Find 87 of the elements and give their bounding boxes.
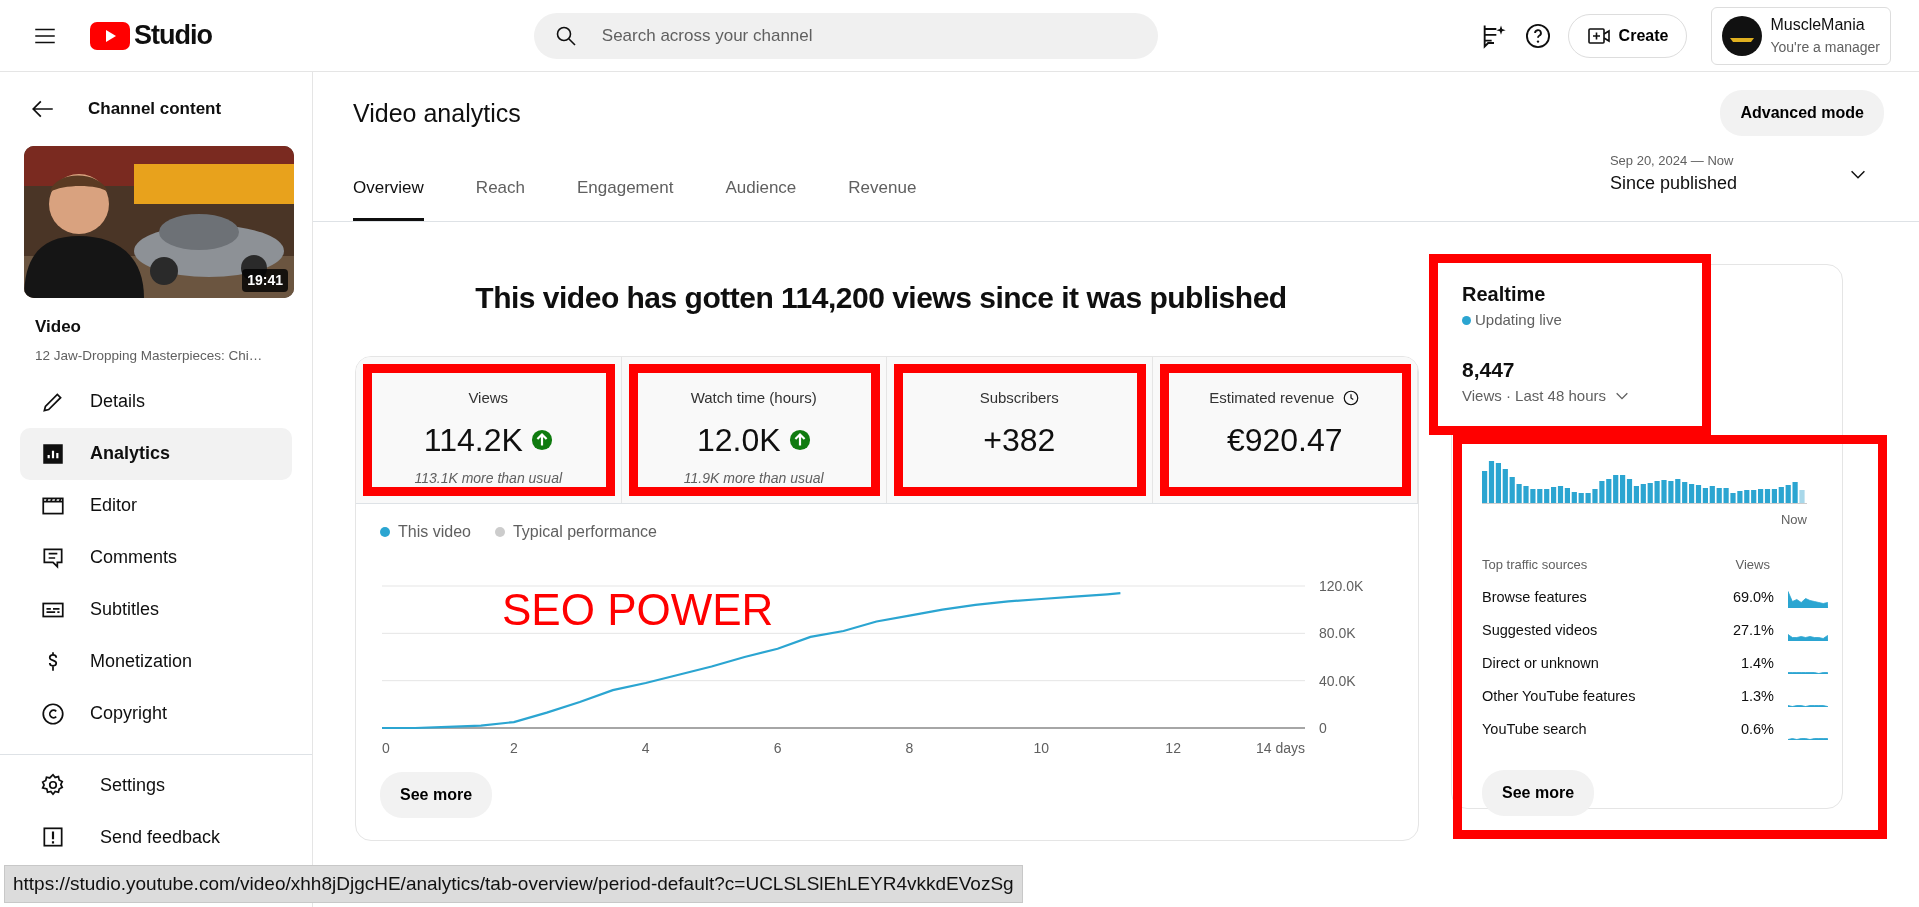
nav-item[interactable]: Analytics bbox=[20, 427, 292, 480]
live-status: Updating live bbox=[1475, 310, 1562, 330]
nav-item[interactable]: Send feedback bbox=[20, 811, 292, 863]
time-label: Now bbox=[1781, 510, 1807, 529]
nav-item[interactable]: Settings bbox=[20, 759, 292, 811]
axis-label: 6 bbox=[773, 739, 782, 756]
axis-label: 120.0K bbox=[1319, 577, 1364, 594]
traffic-share: 1.3% bbox=[1739, 686, 1774, 706]
nav-item[interactable]: Comments bbox=[20, 531, 292, 584]
metric-note: 113.1K more than usual bbox=[413, 468, 564, 488]
play-logo-icon bbox=[90, 21, 130, 50]
metric-value: +382 bbox=[983, 420, 1056, 460]
period-label: Since published bbox=[1609, 172, 1737, 195]
account-switcher[interactable]: MuscleMania You're a manager bbox=[1711, 6, 1891, 65]
column-header: Views bbox=[1735, 556, 1770, 574]
live-dot bbox=[1462, 315, 1471, 325]
help-icon[interactable] bbox=[1523, 21, 1552, 50]
sparkline bbox=[1788, 633, 1828, 641]
annotation-text: SEO POWER bbox=[502, 587, 774, 632]
tab[interactable]: Audience bbox=[725, 174, 797, 221]
sparkline bbox=[1788, 671, 1828, 674]
settings-icon bbox=[40, 772, 66, 798]
traffic-share: 69.0% bbox=[1731, 587, 1774, 607]
feedback-icon bbox=[40, 824, 66, 850]
video-heading: Video bbox=[35, 316, 82, 338]
section-title: Channel content bbox=[88, 98, 222, 121]
see-more-button[interactable]: See more bbox=[380, 771, 493, 818]
search-field[interactable]: Search across your channel bbox=[533, 12, 1158, 59]
period-dropdown[interactable]: Sep 20, 2024 — Now Since published bbox=[1609, 150, 1869, 221]
video-title: 12 Jaw-Dropping Masterpieces: Chi… bbox=[35, 346, 264, 365]
sparkline bbox=[1788, 590, 1828, 608]
sparkline bbox=[1788, 704, 1828, 707]
metric-value: 114.2K bbox=[423, 420, 523, 460]
traffic-source: Browse features bbox=[1482, 587, 1588, 607]
duration-badge: 19:41 bbox=[242, 269, 288, 292]
axis-label: 14 days bbox=[1255, 739, 1305, 756]
nav-item[interactable]: Details bbox=[20, 375, 292, 428]
account-name: MuscleMania bbox=[1770, 15, 1866, 35]
tab[interactable]: Overview bbox=[353, 174, 424, 221]
axis-label: 2 bbox=[509, 739, 518, 756]
metric-note: 11.9K more than usual bbox=[682, 468, 825, 488]
traffic-source: Other YouTube features bbox=[1482, 686, 1637, 706]
logo-text: Studio bbox=[134, 19, 212, 53]
sparkline bbox=[1788, 737, 1828, 740]
traffic-source: Suggested videos bbox=[1482, 620, 1599, 640]
axis-label: 4 bbox=[641, 739, 650, 756]
axis-label: 0 bbox=[382, 739, 390, 756]
nav-item[interactable]: Editor bbox=[20, 479, 292, 532]
nav-item[interactable]: Subtitles bbox=[20, 583, 292, 636]
axis-label: 40.0K bbox=[1319, 672, 1356, 689]
period-selector[interactable]: Views · Last 48 hours bbox=[1462, 385, 1680, 408]
panel-title: Realtime bbox=[1462, 282, 1547, 307]
copyright-icon bbox=[40, 700, 66, 727]
page-title: Video analytics bbox=[353, 98, 521, 128]
traffic-share: 0.6% bbox=[1739, 719, 1774, 739]
metric-value: 12.0K bbox=[696, 420, 781, 460]
column-header: Top traffic sources bbox=[1482, 556, 1589, 574]
legend-label: Typical performance bbox=[512, 521, 657, 542]
see-more-button[interactable]: See more bbox=[1482, 769, 1595, 816]
avatar-icon bbox=[1722, 15, 1763, 56]
tab[interactable]: Engagement bbox=[577, 174, 674, 221]
nav-item[interactable]: Copyright bbox=[20, 687, 292, 740]
traffic-source: Direct or unknown bbox=[1482, 653, 1600, 673]
traffic-source: YouTube search bbox=[1482, 719, 1588, 739]
axis-label: 12 bbox=[1165, 739, 1181, 756]
traffic-share: 1.4% bbox=[1739, 653, 1774, 673]
metric-label: Watch time (hours) bbox=[690, 388, 817, 408]
traffic-share: 27.1% bbox=[1731, 620, 1774, 640]
axis-label: 8 bbox=[905, 739, 914, 756]
tab[interactable]: Reach bbox=[475, 174, 525, 221]
account-role: You're a manager bbox=[1770, 38, 1880, 57]
axis-label: 10 bbox=[1033, 739, 1050, 756]
advanced-mode-button[interactable]: Advanced mode bbox=[1720, 90, 1884, 136]
axis-label: 80.0K bbox=[1319, 624, 1356, 641]
status-bar: https://studio.youtube.com/video/xhh8jDjgcHE/analytics/tab-overview/period-default?c=UCLSLSlEhLEYR4vkkdEVozSg bbox=[4, 864, 1023, 903]
tab[interactable]: Revenue bbox=[848, 174, 917, 221]
period-range: Sep 20, 2024 — Now bbox=[1609, 151, 1735, 170]
metric-value: €920.47 bbox=[1226, 420, 1343, 460]
headline: This video has gotten 114,200 views since it was published bbox=[474, 280, 1288, 316]
view-count: 8,447 bbox=[1462, 356, 1516, 383]
create-button[interactable]: Create bbox=[1567, 13, 1688, 58]
metric-label: Estimated revenue bbox=[1209, 388, 1335, 408]
legend-label: This video bbox=[398, 521, 471, 542]
metric-label: Subscribers bbox=[979, 388, 1059, 408]
metric-label: Views bbox=[468, 388, 509, 408]
axis-label: 0 bbox=[1319, 719, 1327, 736]
nav-item[interactable]: Monetization bbox=[20, 635, 292, 688]
